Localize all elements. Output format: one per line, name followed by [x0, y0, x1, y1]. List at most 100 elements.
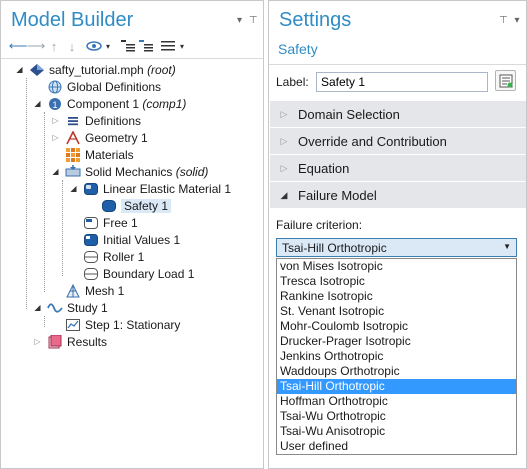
section-equation[interactable]: ▷ Equation: [270, 155, 526, 181]
show-dropdown-icon[interactable]: ▾: [103, 38, 113, 54]
tree-item-free[interactable]: Free 1: [83, 214, 138, 231]
move-up-icon[interactable]: ↑: [45, 38, 63, 54]
tree-item-roller[interactable]: Roller 1: [83, 248, 144, 265]
tree-item-definitions[interactable]: Definitions: [65, 112, 141, 129]
safety-node-icon: [101, 199, 117, 213]
dropdown-option[interactable]: Jenkins Orthotropic: [277, 349, 516, 364]
forward-arrow-icon[interactable]: ⟶: [27, 38, 46, 54]
tree-item-suffix: (solid): [175, 164, 209, 179]
dropdown-option[interactable]: Waddoups Orthotropic: [277, 364, 516, 379]
study-icon: [47, 301, 63, 315]
tree-item-component[interactable]: 1 Component 1 (comp1): [47, 95, 186, 112]
dropdown-option[interactable]: Tresca Isotropic: [277, 274, 516, 289]
tree-item-label: Global Definitions: [67, 79, 162, 94]
section-domain-selection[interactable]: ▷ Domain Selection: [270, 101, 526, 127]
label-input[interactable]: [316, 72, 488, 92]
list-view-icon[interactable]: [159, 38, 177, 54]
dropdown-option[interactable]: von Mises Isotropic: [277, 259, 516, 274]
dropdown-option[interactable]: Tsai-Wu Orthotropic: [277, 409, 516, 424]
tree-item-root[interactable]: safty_tutorial.mph (root): [29, 61, 176, 78]
tree-item-linear-elastic[interactable]: Linear Elastic Material 1: [83, 180, 231, 197]
panel-menu-caret-icon[interactable]: ▾: [237, 15, 242, 26]
tree-item-global-definitions[interactable]: Global Definitions: [47, 78, 161, 95]
definitions-icon: [65, 114, 81, 128]
section-failure-model[interactable]: ◢ Failure Model: [270, 182, 526, 208]
pin-icon[interactable]: ⊤: [249, 15, 258, 26]
collapse-solid-mechanics-toggle[interactable]: ◢: [51, 167, 60, 176]
tree-item-study[interactable]: Study 1: [47, 299, 108, 316]
dropdown-option[interactable]: Tsai-Hill Orthotropic: [277, 379, 516, 394]
section-override-contribution[interactable]: ▷ Override and Contribution: [270, 128, 526, 154]
tree-line: [44, 316, 45, 327]
model-file-icon: [29, 63, 45, 77]
dropdown-option[interactable]: Drucker-Prager Isotropic: [277, 334, 516, 349]
tree-item-step[interactable]: Step 1: Stationary: [65, 316, 180, 333]
section-label: Failure Model: [298, 187, 377, 203]
label-caption: Label:: [276, 75, 309, 89]
collapse-component-toggle[interactable]: ◢: [33, 99, 42, 108]
dropdown-option[interactable]: User defined: [277, 439, 516, 454]
failure-criterion-select[interactable]: Tsai-Hill Orthotropic ▼: [276, 238, 517, 257]
list-view-dropdown-icon[interactable]: ▾: [177, 38, 187, 54]
tree-item-label: Solid Mechanics: [85, 164, 173, 179]
panel-menu-caret-icon[interactable]: ▾: [515, 15, 520, 26]
failure-criterion-dropdown-list: von Mises Isotropic Tresca Isotropic Ranki…: [276, 258, 517, 455]
tree-item-label: Materials: [85, 147, 134, 162]
dropdown-option[interactable]: Mohr-Coulomb Isotropic: [277, 319, 516, 334]
failure-criterion-label: Failure criterion:: [276, 218, 363, 232]
collapse-linear-elastic-toggle[interactable]: ◢: [69, 184, 78, 193]
svg-text:1: 1: [52, 100, 57, 110]
component-icon: 1: [47, 97, 63, 111]
expand-results-toggle[interactable]: ▷: [33, 337, 42, 346]
tree-item-suffix: (comp1): [142, 96, 187, 111]
tree-item-results[interactable]: Results: [47, 333, 107, 350]
tree-item-label: Linear Elastic Material 1: [103, 181, 232, 196]
expand-all-icon[interactable]: [137, 38, 155, 54]
model-builder-toolbar: ⟵ ⟶ ↑ ↓ ▾ ▾: [9, 38, 187, 54]
dropdown-option[interactable]: Rankine Isotropic: [277, 289, 516, 304]
section-label: Override and Contribution: [298, 133, 447, 149]
dropdown-option[interactable]: Hoffman Orthotropic: [277, 394, 516, 409]
tree-item-label: Definitions: [85, 113, 142, 128]
tree-item-solid-mechanics[interactable]: Solid Mechanics (solid): [65, 163, 208, 180]
move-down-icon[interactable]: ↓: [63, 38, 81, 54]
results-icon: [47, 334, 63, 349]
dropdown-option[interactable]: Tsai-Wu Anisotropic: [277, 424, 516, 439]
tree-item-safety[interactable]: Safety 1: [101, 197, 172, 214]
tree-line: [62, 180, 63, 276]
model-builder-panel: Model Builder ▾ ⊤ ⟵ ⟶ ↑ ↓ ▾ ▾ ◢ safty_tu…: [0, 0, 264, 469]
collapse-study-toggle[interactable]: ◢: [33, 303, 42, 312]
tree-item-label-selected: Safety 1: [121, 198, 172, 213]
solid-mechanics-icon: [65, 164, 81, 179]
boundary-node-icon: [83, 250, 99, 264]
back-arrow-icon[interactable]: ⟵: [9, 38, 28, 54]
tree-item-label: Free 1: [103, 215, 138, 230]
tree-item-mesh[interactable]: Mesh 1: [65, 282, 124, 299]
tree-item-label: Study 1: [67, 300, 108, 315]
tree-item-label: Geometry 1: [85, 130, 148, 145]
geometry-icon: [65, 130, 81, 145]
label-row: Label:: [276, 72, 488, 92]
collapse-root-toggle[interactable]: ◢: [15, 65, 24, 74]
expand-definitions-toggle[interactable]: ▷: [51, 116, 60, 125]
panel-menu-icons: ▾ ⊤: [237, 15, 258, 26]
rename-button[interactable]: [495, 70, 516, 91]
boundary-node-icon: [83, 267, 99, 281]
tree-item-boundary-load[interactable]: Boundary Load 1: [83, 265, 194, 282]
tree-item-materials[interactable]: Materials: [65, 146, 134, 163]
show-icon[interactable]: [85, 38, 103, 54]
rename-icon: [499, 74, 512, 87]
tree-item-initial-values[interactable]: Initial Values 1: [83, 231, 180, 248]
expand-geometry-toggle[interactable]: ▷: [51, 133, 60, 142]
collapse-all-icon[interactable]: [119, 38, 137, 54]
tree-item-root-label: safty_tutorial.mph: [49, 62, 144, 77]
tree-item-geometry[interactable]: Geometry 1: [65, 129, 148, 146]
globe-icon: [47, 80, 63, 94]
chevron-down-icon: ▼: [503, 242, 511, 251]
pin-icon[interactable]: ⊤: [499, 15, 508, 26]
model-builder-title: Model Builder: [11, 9, 134, 31]
dropdown-option[interactable]: St. Venant Isotropic: [277, 304, 516, 319]
tree-line: [44, 112, 45, 292]
settings-panel-icons: ⊤ ▾: [499, 15, 520, 26]
collapse-arrow-icon: ◢: [280, 189, 288, 200]
